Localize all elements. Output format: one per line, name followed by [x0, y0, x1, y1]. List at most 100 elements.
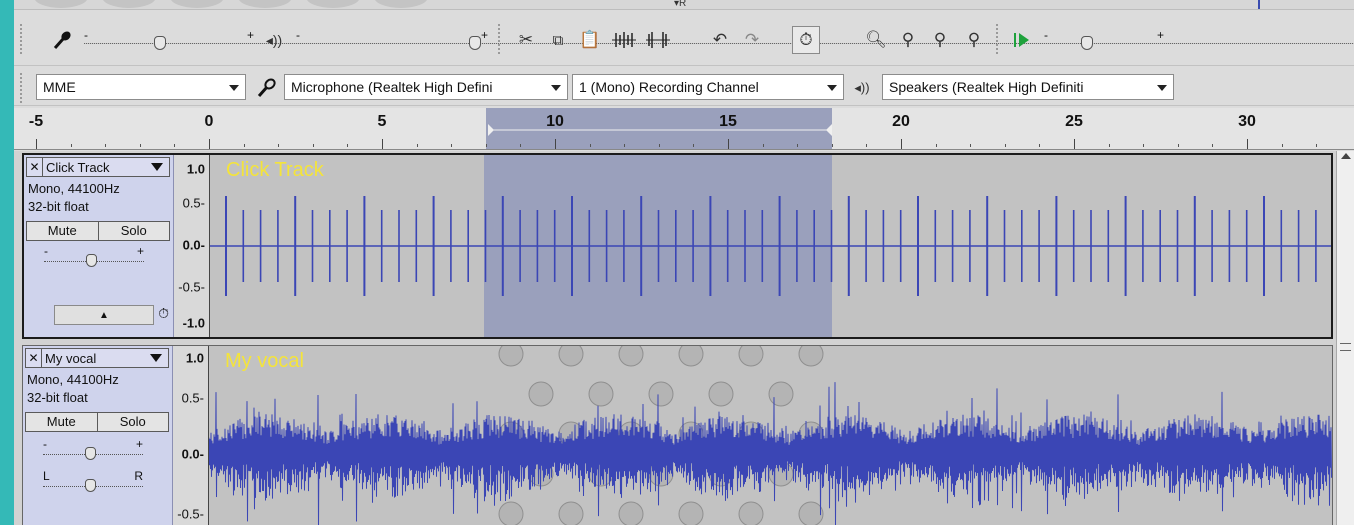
paste-icon[interactable]: 📋 [576, 26, 604, 54]
chevron-down-icon [1157, 85, 1167, 91]
slider-thumb[interactable] [85, 479, 96, 492]
recording-device-select[interactable]: Microphone (Realtek High Defini [284, 74, 568, 100]
scrollbar-grip[interactable] [1340, 343, 1351, 351]
ruler-tick [1108, 144, 1110, 147]
slider-thumb[interactable] [1081, 36, 1093, 50]
track-header[interactable]: ✕ My vocal [25, 348, 169, 368]
track-header[interactable]: ✕ Click Track [26, 157, 170, 177]
sync-lock-pattern-icon [498, 501, 524, 525]
slider-thumb[interactable] [85, 447, 96, 460]
audacity-window: ▾R - + ◂)) - + ✂ ⧉ 📋 ↶ ↷ ⏱ 🔍︎ ⚲ ⚲ ⚲ - + … [14, 0, 1354, 525]
scale-label: 0.5- [181, 390, 204, 406]
ruler-tick [728, 139, 729, 149]
collapse-track-button[interactable]: ▲ [54, 305, 154, 325]
mute-button[interactable]: Mute [25, 412, 98, 432]
trim-audio-icon[interactable] [610, 26, 638, 54]
ruler-tick [1143, 144, 1145, 147]
undo-icon[interactable]: ↶ [706, 26, 734, 54]
cut-icon[interactable]: ✂ [512, 26, 540, 54]
slider-minus-label: - [1044, 28, 1048, 42]
click-track[interactable]: ✕ Click Track Mono, 44100Hz 32-bit float… [22, 153, 1333, 339]
ruler-tick [139, 144, 141, 147]
waveform-svg [209, 346, 1332, 525]
timeline-ruler[interactable]: -5 0 5 10 15 20 25 30 [14, 108, 1354, 150]
slider-thumb[interactable] [469, 36, 481, 50]
gain-slider[interactable]: - + [43, 438, 143, 464]
recording-volume-slider[interactable]: - + [84, 26, 1354, 56]
ruler-tick [901, 139, 902, 149]
vocal-waveform-path [209, 382, 1332, 525]
sync-lock-pattern-icon [618, 501, 644, 525]
mute-button[interactable]: Mute [26, 221, 99, 241]
gain-minus-label: - [43, 437, 47, 451]
pan-slider[interactable]: L R [43, 470, 143, 496]
solo-button[interactable]: Solo [98, 221, 170, 241]
play-speed-slider[interactable]: - + [1044, 26, 1354, 56]
redo-icon[interactable]: ↷ [738, 26, 766, 54]
toolbar-grip[interactable] [498, 24, 506, 54]
track-format: Mono, 44100Hz [28, 181, 120, 196]
main-toolbar: - + ◂)) - + ✂ ⧉ 📋 ↶ ↷ ⏱ 🔍︎ ⚲ ⚲ ⚲ - + [14, 12, 1354, 66]
ruler-tick [347, 144, 349, 147]
meter-indicator [1258, 0, 1260, 9]
track-name-menu[interactable]: Click Track [43, 160, 151, 175]
microphone-icon[interactable] [48, 26, 76, 54]
track-name-menu[interactable]: My vocal [42, 351, 150, 366]
ruler-label: 25 [1065, 113, 1083, 130]
vertical-scale: 1.0 0.5- 0.0- -0.5- [173, 346, 209, 525]
solo-button[interactable]: Solo [97, 412, 169, 432]
chevron-down-icon[interactable] [151, 163, 163, 171]
sync-lock-pattern-icon [588, 381, 614, 407]
speaker-icon[interactable]: ◂)) [260, 26, 288, 54]
sync-lock-pattern-icon [798, 346, 824, 367]
zoom-out-icon[interactable]: ⚲ [894, 26, 922, 54]
scroll-up-icon[interactable] [1341, 153, 1351, 159]
ruler-tick [555, 139, 556, 149]
recording-channels-value: 1 (Mono) Recording Channel [579, 79, 759, 95]
ruler-tick [1281, 144, 1283, 147]
chevron-down-icon [551, 85, 561, 91]
gain-plus-label: + [136, 244, 144, 258]
fit-selection-icon[interactable]: ⚲ [926, 26, 954, 54]
sync-lock-icon[interactable]: ⏱ [792, 26, 820, 54]
playback-device-value: Speakers (Realtek High Definiti [889, 79, 1084, 95]
sync-lock-pattern-icon [528, 381, 554, 407]
fit-project-icon[interactable]: ⚲ [960, 26, 988, 54]
transport-buttons-partial[interactable] [34, 0, 454, 8]
vocal-track[interactable]: ✕ My vocal Mono, 44100Hz 32-bit float Mu… [22, 345, 1333, 525]
playback-volume-slider[interactable]: - + [296, 26, 1354, 56]
click-track-waveform[interactable]: Click Track [210, 155, 1331, 337]
chevron-down-icon[interactable] [150, 354, 162, 362]
playback-device-select[interactable]: Speakers (Realtek High Definiti [882, 74, 1174, 100]
vocal-track-waveform[interactable]: My vocal [209, 346, 1332, 525]
ruler-label: 5 [377, 113, 387, 130]
toolbar-grip[interactable] [20, 24, 28, 54]
slider-plus-label: + [480, 28, 488, 42]
ruler-tick [243, 144, 245, 147]
gain-plus-label: + [135, 437, 143, 451]
ruler-tick [451, 144, 453, 147]
close-icon[interactable]: ✕ [26, 349, 42, 367]
ruler-tick [658, 144, 660, 147]
copy-icon[interactable]: ⧉ [544, 26, 572, 54]
pan-right-label: R [134, 469, 143, 483]
audio-host-select[interactable]: MME [36, 74, 246, 100]
ruler-tick [624, 144, 626, 147]
zoom-in-icon[interactable]: 🔍︎ [862, 26, 890, 54]
ruler-tick [831, 144, 833, 147]
track-title-overlay: My vocal [225, 350, 304, 372]
slider-thumb[interactable] [86, 254, 97, 267]
slider-thumb[interactable] [154, 36, 166, 50]
recording-channels-select[interactable]: 1 (Mono) Recording Channel [572, 74, 844, 100]
tool-marker: ▾R [674, 0, 687, 9]
sync-lock-pattern-icon [708, 381, 734, 407]
ruler-tick [312, 144, 314, 147]
play-at-speed-icon[interactable] [1008, 26, 1036, 54]
toolbar-grip[interactable] [996, 24, 1004, 54]
sync-lock-pattern-icon [768, 381, 794, 407]
gain-slider[interactable]: - + [44, 245, 144, 271]
close-icon[interactable]: ✕ [27, 158, 43, 176]
silence-audio-icon[interactable] [644, 26, 672, 54]
toolbar-grip[interactable] [20, 73, 28, 103]
vertical-scrollbar[interactable] [1336, 151, 1354, 525]
